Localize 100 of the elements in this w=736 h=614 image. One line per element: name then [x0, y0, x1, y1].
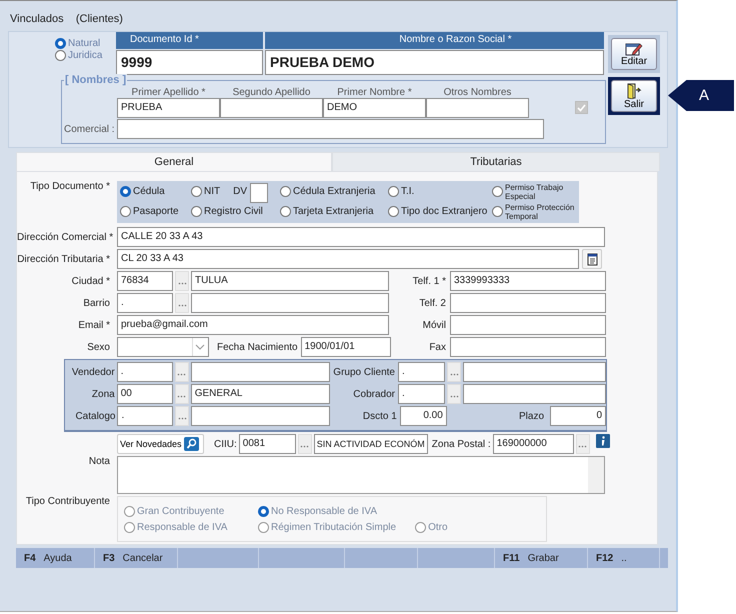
field-label: Vendedor	[70, 366, 116, 378]
field-label: Telf. 1 *	[412, 276, 447, 286]
input-field[interactable]	[191, 406, 330, 426]
input-field[interactable]: TULUA	[191, 271, 389, 291]
edit-button[interactable]: Editar	[611, 38, 657, 70]
input-field[interactable]	[463, 362, 606, 382]
function-key[interactable]: F11 Grabar	[495, 548, 588, 568]
input-field[interactable]: 1900/01/01	[300, 337, 391, 357]
input-field[interactable]: GENERAL	[190, 384, 330, 404]
radio-button[interactable]	[492, 206, 503, 217]
option-label: Régimen Tributación Simple	[271, 522, 396, 533]
radio-button[interactable]	[191, 206, 202, 217]
radio-button[interactable]	[388, 206, 399, 217]
group-title: [ Nombres ]	[64, 74, 128, 86]
input-field[interactable]	[191, 293, 389, 313]
input-field[interactable]	[450, 293, 606, 313]
document-button[interactable]	[582, 249, 602, 269]
input-field[interactable]: PRUEBA DEMO	[265, 50, 604, 75]
input-field[interactable]: CL 20 33 A 43	[117, 249, 579, 269]
radio-button[interactable]	[280, 186, 291, 197]
option-label: Tarjeta Extranjeria	[293, 206, 374, 217]
field-label: Primer Apellido *	[132, 87, 206, 98]
input-field[interactable]: prueba@gmail.com	[117, 315, 389, 335]
ellipsis-icon	[578, 445, 588, 448]
input-field[interactable]: 0	[550, 406, 606, 426]
input-field[interactable]: .	[117, 406, 174, 426]
option-label: NIT	[204, 186, 220, 197]
news-button[interactable]: Ver Novedades	[117, 434, 204, 454]
input-field[interactable]: .	[116, 362, 173, 382]
field-label: Plazo	[518, 410, 545, 422]
info-icon[interactable]	[596, 434, 610, 448]
option-label: Gran Contribuyente	[137, 506, 224, 517]
input-field[interactable]: .	[398, 384, 445, 404]
field-label: Nota	[88, 456, 111, 467]
field-label: DV	[233, 186, 248, 197]
field-label: Catalogo	[74, 410, 116, 422]
dropdown[interactable]	[117, 337, 209, 357]
ellipsis-icon	[178, 417, 187, 420]
radio-button[interactable]	[120, 186, 131, 197]
function-key[interactable]: F12 ..	[588, 548, 660, 568]
option-label: Permiso Protección Temporal	[505, 202, 575, 220]
input-field[interactable]	[117, 119, 544, 139]
input-field[interactable]: 76834	[117, 271, 173, 291]
lookup-button[interactable]	[298, 434, 312, 454]
option-label: Pasaporte	[133, 206, 179, 217]
radio-button[interactable]	[55, 38, 66, 49]
field-label: Fecha Nacimiento	[217, 342, 298, 352]
input-field[interactable]	[190, 362, 330, 382]
edit-window-icon	[625, 41, 643, 56]
input-field[interactable]: .	[117, 293, 173, 313]
exit-door-icon	[625, 82, 643, 98]
input-field[interactable]: 169000000	[492, 434, 574, 454]
ellipsis-icon	[178, 282, 186, 285]
input-field[interactable]	[450, 315, 606, 335]
input-field[interactable]	[463, 384, 606, 404]
input-field[interactable]: PRUEBA	[117, 98, 220, 118]
input-field[interactable]	[450, 337, 606, 357]
option-label: T.I.	[401, 186, 414, 197]
ellipsis-icon	[177, 395, 186, 398]
function-key[interactable]: F3 Cancelar	[95, 548, 178, 568]
input-field[interactable]	[426, 98, 529, 118]
ellipsis-icon	[177, 373, 186, 376]
ellipsis-icon	[450, 373, 458, 376]
radio-button[interactable]	[280, 206, 291, 217]
radio-button[interactable]	[55, 50, 66, 61]
input-field[interactable]	[250, 182, 268, 202]
input-field[interactable]: 0.00	[400, 406, 447, 426]
option-label: Permiso Trabajo Especial	[505, 182, 564, 200]
field-label: Zona	[90, 388, 116, 400]
input-field[interactable]: 9999	[116, 50, 263, 75]
radio-button[interactable]	[191, 186, 202, 197]
option-label: Cédula	[133, 186, 165, 197]
tab[interactable]: General	[16, 152, 332, 171]
option-label: Cédula Extranjeria	[293, 186, 376, 197]
option-label: Registro Civil	[204, 206, 263, 217]
ellipsis-icon	[300, 445, 310, 448]
input-field[interactable]: 3339993333	[450, 271, 606, 291]
radio-button[interactable]	[388, 186, 399, 197]
input-field[interactable]	[220, 98, 323, 118]
input-field[interactable]: CALLE 20 33 A 43	[117, 227, 605, 247]
input-field[interactable]: SIN ACTIVIDAD ECONÓM	[314, 434, 428, 454]
field-label: Otros Nombres	[444, 87, 512, 98]
lookup-button[interactable]	[576, 434, 590, 454]
function-key[interactable]: F4 Ayuda	[16, 548, 95, 568]
exit-button[interactable]: Salir	[611, 80, 657, 112]
note-field[interactable]	[117, 456, 605, 494]
radio-button[interactable]	[120, 206, 131, 217]
column-header: Nombre o Razon Social *	[265, 32, 604, 49]
input-field[interactable]: 0081	[238, 434, 296, 454]
tab[interactable]: Tributarias	[332, 152, 660, 171]
input-field[interactable]: .	[398, 362, 445, 382]
field-label: Primer Nombre *	[337, 87, 412, 98]
option-label: Natural	[68, 38, 100, 49]
field-label: Fax	[428, 342, 447, 352]
input-field[interactable]: 00	[116, 384, 173, 404]
radio-button[interactable]	[492, 186, 503, 197]
field-label: Móvil	[422, 320, 447, 330]
option-label: No Responsable de IVA	[271, 506, 377, 517]
input-field[interactable]: DEMO	[323, 98, 426, 118]
field-label: Telf. 2	[418, 298, 447, 308]
